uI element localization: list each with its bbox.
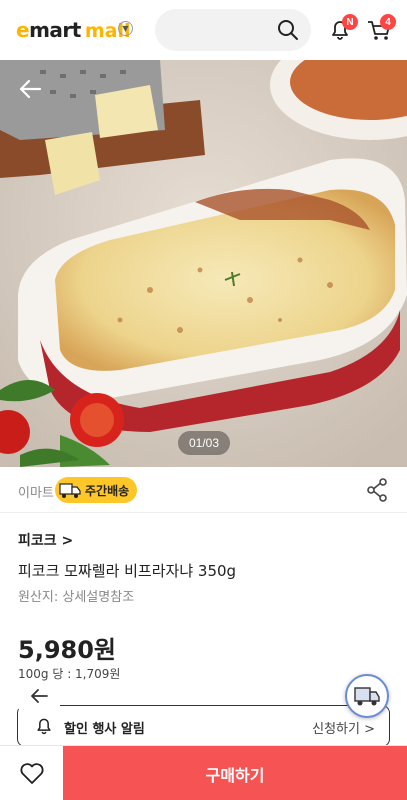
floating-delivery-button[interactable]	[345, 674, 389, 718]
bottom-action-bar: 구매하기	[0, 745, 407, 800]
image-pager: 01/03	[178, 431, 230, 455]
product-origin: 원산지: 상세설명참조	[18, 590, 135, 605]
product-price: 5,980원	[18, 636, 116, 664]
product-image-gallery[interactable]	[0, 60, 407, 467]
notification-badge: N	[342, 14, 358, 30]
wishlist-button[interactable]	[0, 746, 63, 800]
search-bar[interactable]	[155, 9, 311, 51]
top-header: emart mall ▼ N 4	[0, 0, 407, 60]
alert-label: 할인 행사 알림	[64, 722, 145, 737]
seller-name[interactable]: 이마트	[18, 482, 54, 501]
chevron-down-icon[interactable]: ▼	[118, 21, 133, 36]
delivery-truck-icon	[354, 687, 380, 706]
alert-bell-icon	[37, 718, 51, 735]
delivery-truck-icon	[59, 483, 81, 498]
cart-count-badge: 4	[380, 14, 396, 30]
emart-mall-logo[interactable]: emart mall	[16, 18, 131, 42]
alert-apply-link[interactable]: 신청하기 >	[312, 718, 375, 737]
product-title: 피코크 모짜렐라 비프라자냐 350g	[18, 562, 237, 580]
unit-price: 100g 당 : 1,709원	[18, 667, 121, 681]
share-icon[interactable]	[366, 478, 388, 502]
floating-back-button[interactable]	[18, 681, 60, 711]
back-arrow-icon[interactable]	[18, 78, 42, 100]
heart-icon	[19, 762, 44, 784]
product-photo	[0, 60, 407, 467]
discount-alert-box[interactable]: 할인 행사 알림 신청하기 >	[17, 705, 390, 747]
back-arrow-icon	[31, 689, 48, 703]
brand-link[interactable]: 피코크 >	[18, 530, 73, 550]
search-icon[interactable]	[277, 19, 299, 41]
buy-button[interactable]: 구매하기	[63, 746, 407, 800]
weekly-delivery-badge: 주간배송	[55, 477, 138, 503]
